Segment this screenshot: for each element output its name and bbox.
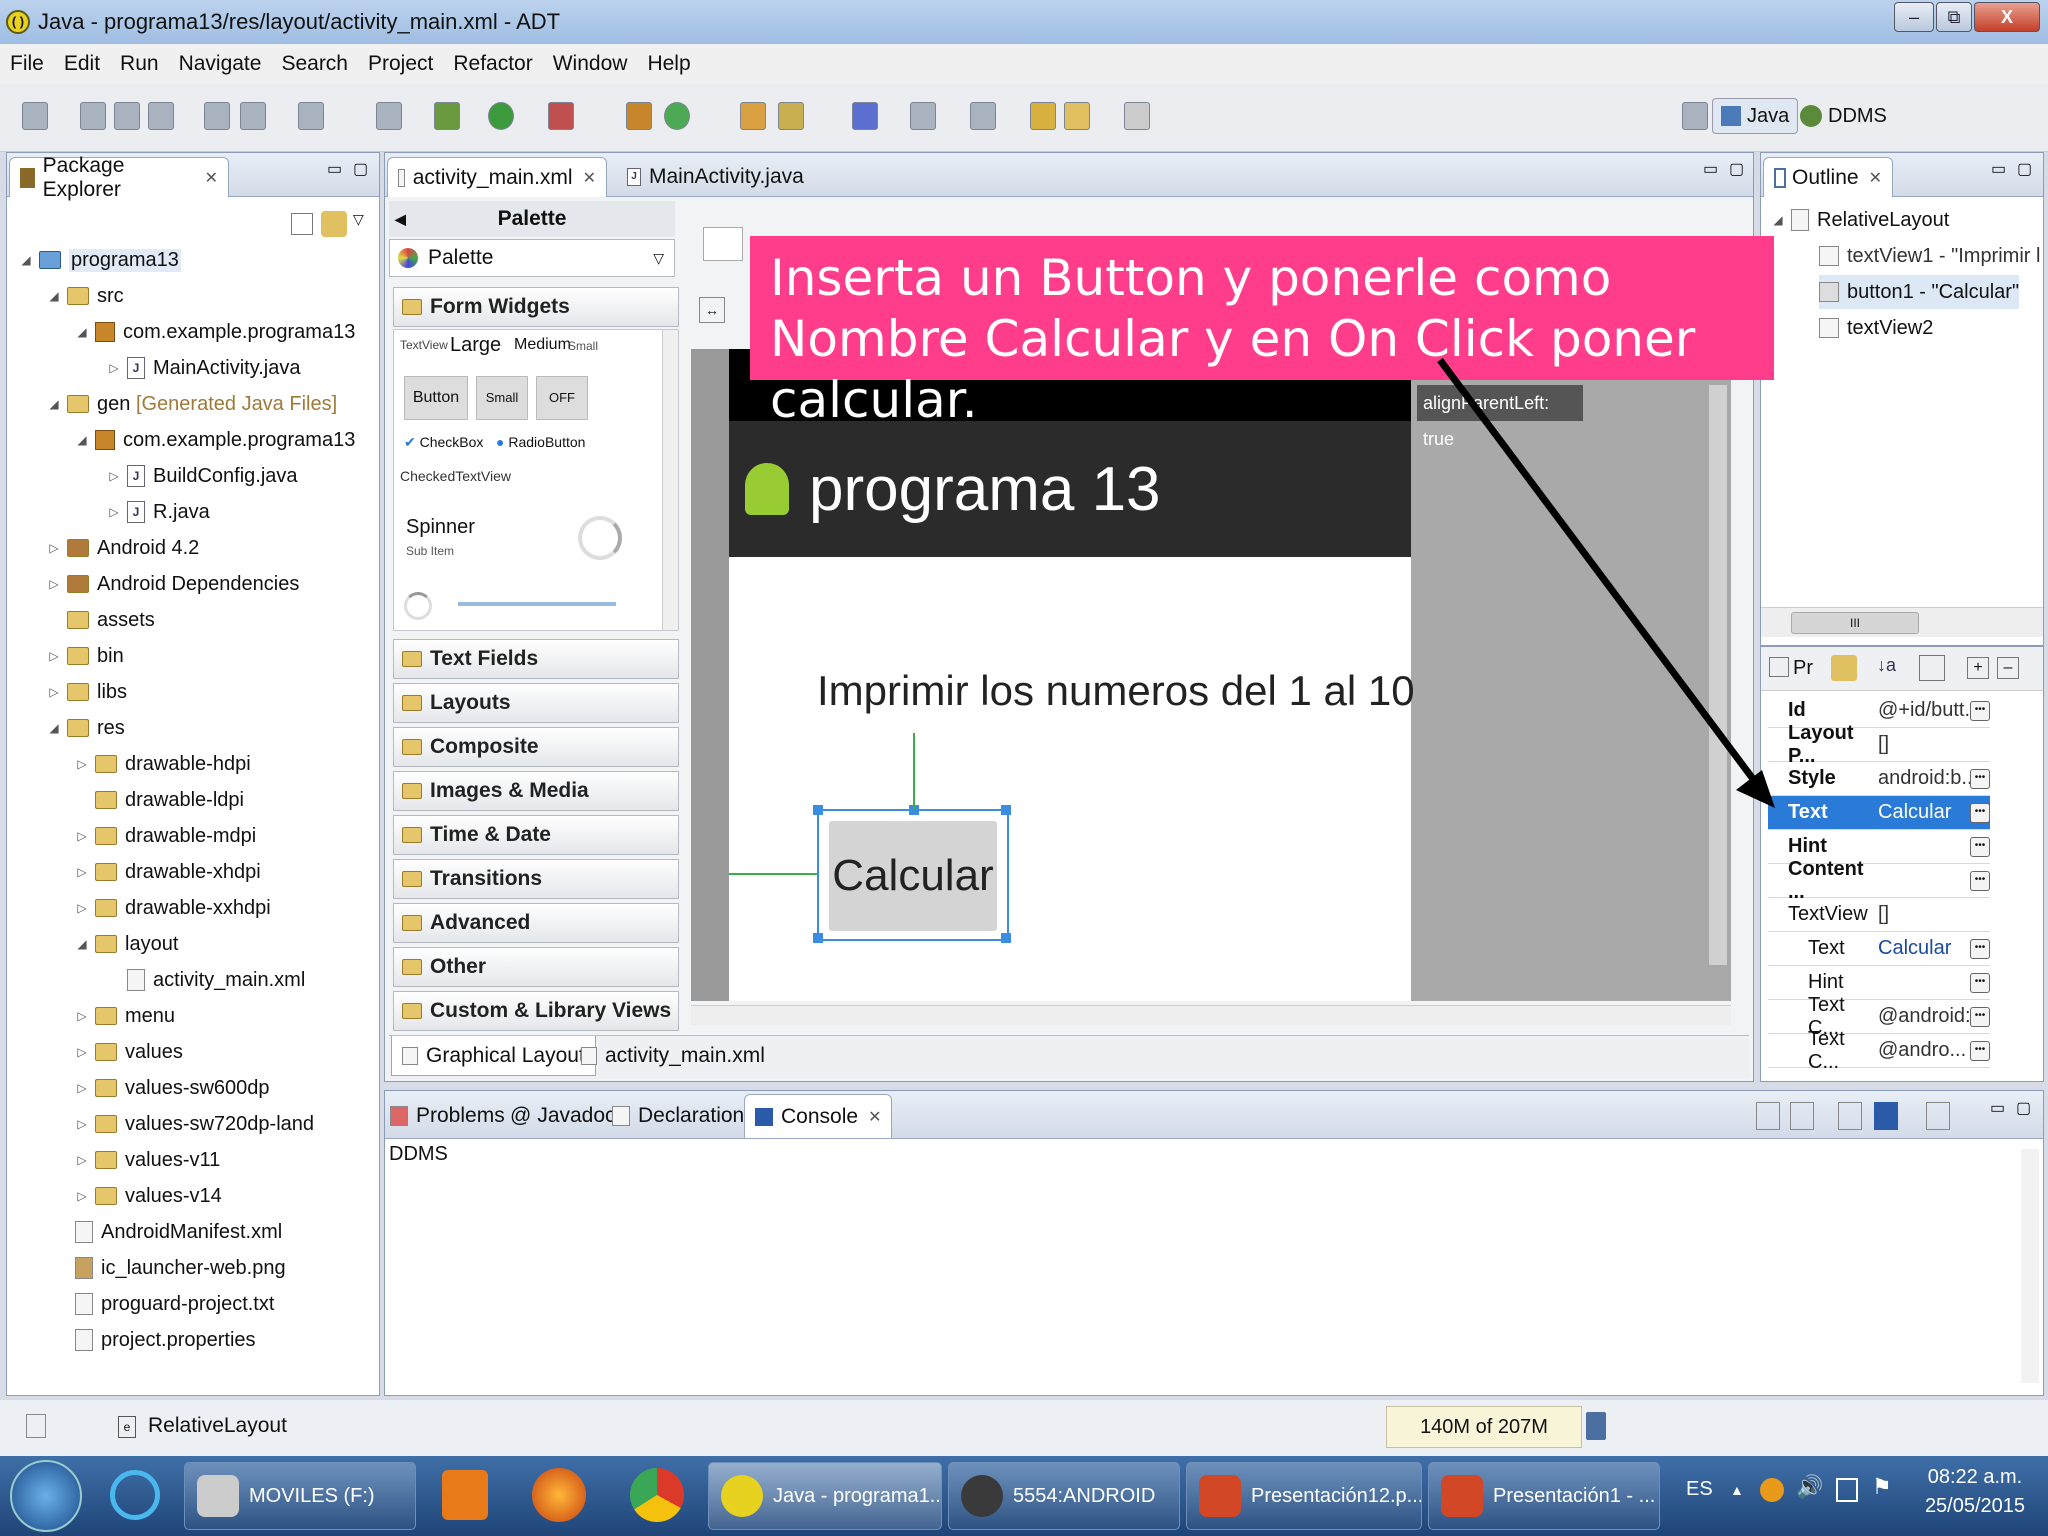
- arrow-head: [1736, 770, 1775, 808]
- instruction-arrow: [1437, 357, 1775, 808]
- arrow-line: [1437, 357, 1768, 798]
